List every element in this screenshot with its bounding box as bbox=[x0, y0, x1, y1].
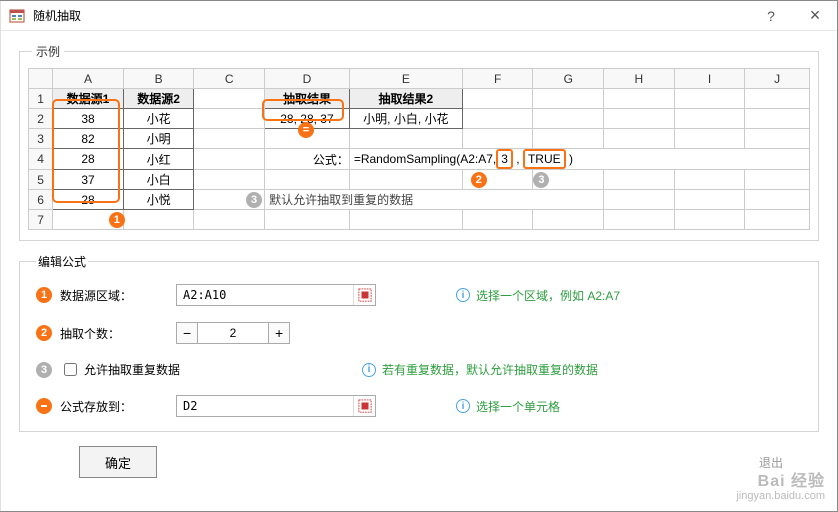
close-button[interactable]: × bbox=[793, 1, 837, 31]
dest-input[interactable] bbox=[177, 396, 353, 416]
range-input[interactable] bbox=[177, 285, 353, 305]
window-title: 随机抽取 bbox=[33, 7, 81, 24]
dup-checkbox-label[interactable]: 允许抽取重复数据 bbox=[60, 360, 180, 379]
badge-dest-icon bbox=[36, 398, 52, 414]
exit-label[interactable]: 退出 bbox=[759, 454, 783, 471]
dest-input-box[interactable] bbox=[176, 395, 376, 417]
badge-1-icon: 1 bbox=[109, 212, 125, 228]
badge-count-icon: 2 bbox=[36, 325, 52, 341]
col-header-row: A B C D E F G H I J bbox=[29, 69, 810, 89]
range-row: 1 数据源区域： i 选择一个区域，例如 A2:A7 bbox=[36, 284, 802, 306]
dup-checkbox[interactable] bbox=[64, 363, 77, 376]
titlebar: 随机抽取 ? × bbox=[1, 1, 837, 31]
badge-2-icon: 2 bbox=[471, 172, 487, 188]
count-plus-button[interactable]: + bbox=[268, 322, 290, 344]
help-button[interactable]: ? bbox=[749, 1, 793, 31]
dest-label: 公式存放到： bbox=[60, 398, 132, 415]
bottom-bar: 确定 退出 bbox=[19, 432, 819, 482]
info-icon: i bbox=[456, 288, 470, 302]
range-label: 数据源区域： bbox=[60, 287, 132, 304]
dest-picker-icon[interactable] bbox=[353, 396, 375, 416]
example-note: 默认允许抽取到重复的数据 bbox=[265, 190, 604, 210]
formula-cell: =RandomSampling(A2:A7,3 , TRUE ) bbox=[349, 149, 809, 170]
badge-3g-icon: 3 bbox=[533, 172, 549, 188]
example-legend: 示例 bbox=[32, 43, 64, 60]
count-input[interactable] bbox=[198, 322, 268, 344]
count-spinner: − + bbox=[176, 322, 290, 344]
editor-group: 编辑公式 1 数据源区域： i 选择一个区域，例如 A2:A7 bbox=[19, 253, 819, 432]
count-label: 抽取个数： bbox=[60, 325, 120, 342]
dialog-window: 随机抽取 ? × 示例 A B C D E F G bbox=[0, 0, 838, 512]
dest-row: 公式存放到： i 选择一个单元格 bbox=[36, 395, 802, 417]
range-input-box[interactable] bbox=[176, 284, 376, 306]
example-group: 示例 A B C D E F G H I J 1 bbox=[19, 43, 819, 241]
info-icon: i bbox=[362, 363, 376, 377]
badge-note-icon: 3 bbox=[246, 192, 262, 208]
example-spreadsheet: A B C D E F G H I J 1 数据源1 数据源2 抽取结果 抽取结… bbox=[28, 68, 810, 230]
editor-legend: 编辑公式 bbox=[36, 253, 88, 270]
dest-hint: i 选择一个单元格 bbox=[456, 398, 560, 415]
count-minus-button[interactable]: − bbox=[176, 322, 198, 344]
badge-range-icon: 1 bbox=[36, 287, 52, 303]
app-icon bbox=[9, 8, 25, 24]
content: 示例 A B C D E F G H I J 1 bbox=[1, 31, 837, 511]
range-picker-icon[interactable] bbox=[353, 285, 375, 305]
badge-dup-icon: 3 bbox=[36, 362, 52, 378]
info-icon: i bbox=[456, 399, 470, 413]
range-hint: i 选择一个区域，例如 A2:A7 bbox=[456, 287, 620, 304]
ok-button[interactable]: 确定 bbox=[79, 446, 157, 478]
count-row: 2 抽取个数： − + bbox=[36, 322, 802, 344]
dup-row: 3 允许抽取重复数据 i 若有重复数据，默认允许抽取重复的数据 bbox=[36, 360, 802, 379]
dup-hint: i 若有重复数据，默认允许抽取重复的数据 bbox=[362, 361, 598, 378]
